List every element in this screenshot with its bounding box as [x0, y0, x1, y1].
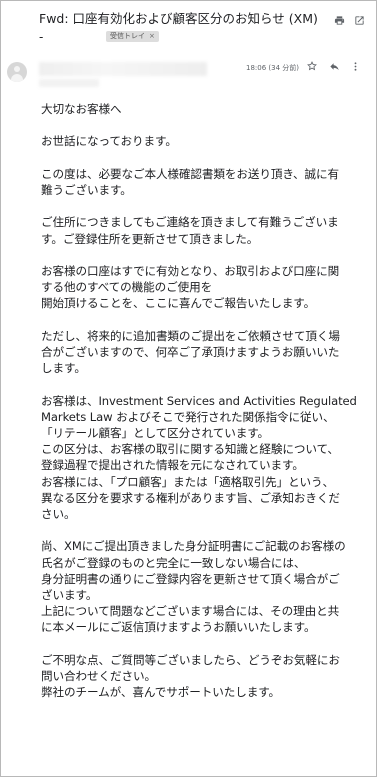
star-icon[interactable]	[305, 59, 319, 73]
body-paragraph-account-active: お客様の口座はすでに有効となり、お取引および口座に関 する他のすべての機能のご使…	[41, 263, 366, 312]
email-timestamp: 18:06 (34 分前)	[246, 64, 299, 72]
body-line: する他のすべての機能のご使用を	[41, 280, 213, 295]
email-view: Fwd: 口座有効化および顧客区分のお知らせ (XM) - 受信トレイ × 18:…	[0, 0, 377, 777]
body-line: 合がございますので、何卒ご了承頂けますようお願いいた	[41, 344, 340, 359]
email-subject-continuation: -	[39, 30, 44, 44]
body-line: 開始頂けることを、ここに喜んでご報告いたします。	[41, 296, 316, 311]
avatar	[7, 62, 27, 82]
body-line: 問い合わせください。	[41, 668, 156, 683]
body-line: この区分は、お客様の取引に関する知識と経験について、	[41, 442, 339, 457]
body-line: 異なる区分を要求する権利があります旨、ご承知おきくだ	[41, 490, 340, 505]
body-line: お客様は、Investment Services and Activities …	[41, 393, 357, 408]
body-line: さい。	[41, 506, 76, 521]
remove-label-button[interactable]: ×	[149, 32, 155, 40]
email-body: 大切なお客様へ お世話になっております。 この度は、必要なご本人様確認書類をお送…	[41, 101, 366, 717]
body-line: 氏名がご登録のものと完全に一致しない場合には、	[41, 555, 306, 570]
body-line: お客様には、「プロ顧客」または「適格取引先」という、	[41, 474, 335, 489]
body-paragraph-greeting: 大切なお客様へ	[41, 101, 366, 117]
body-line: 上記について問題などございます場合には、その理由と共	[41, 604, 340, 619]
body-line: します。	[41, 361, 86, 376]
body-paragraph-contact: ご不明な点、ご質問等ございましたら、どうぞお気軽にお 問い合わせください。 弊社…	[41, 652, 366, 701]
body-line: に本メールにご返信頂けますようお願いいたします。	[41, 620, 316, 635]
body-line: 身分証明書の通りにご登録内容を更新させて頂く場合がご	[41, 571, 340, 586]
inbox-label-text: 受信トレイ	[110, 32, 145, 40]
body-line: お客様の口座はすでに有効となり、お取引および口座に関	[41, 263, 340, 278]
email-subject: Fwd: 口座有効化および顧客区分のお知らせ (XM)	[39, 11, 318, 26]
body-line: 弊社のチームが、喜んでサポートいたします。	[41, 685, 281, 700]
more-vert-icon[interactable]	[348, 59, 362, 73]
recipient-redacted	[39, 79, 99, 87]
sender-name-redacted	[39, 62, 207, 76]
body-line: お世話になっております。	[41, 134, 177, 149]
body-line: す。ご登録住所を更新させて頂きました。	[41, 231, 259, 246]
body-line: Markets Law およびそこで発行された関係指令に従い、	[41, 409, 335, 424]
body-paragraph-identity: 尚、XMにご提出頂きました身分証明書にご記載のお客様の 氏名がご登録のものと完全…	[41, 538, 366, 635]
body-line: 尚、XMにご提出頂きました身分証明書にご記載のお客様の	[41, 539, 346, 554]
body-paragraph-salutation: お世話になっております。	[41, 133, 366, 149]
body-line: ご住所につきましてもご連絡を頂きまして有難うございま	[41, 215, 339, 230]
body-line: この度は、必要なご本人様確認書類をお送り頂き、誠に有	[41, 166, 340, 181]
body-line: 大切なお客様へ	[41, 102, 122, 116]
body-paragraph-address: ご住所につきましてもご連絡を頂きまして有難うございま す。ご登録住所を更新させて…	[41, 214, 366, 246]
body-paragraph-thanks: この度は、必要なご本人様確認書類をお送り頂き、誠に有 難うございます。	[41, 166, 366, 198]
body-line: ただし、将来的に追加書類のご提出をご依頼させて頂く場	[41, 328, 340, 343]
body-line: 難うございます。	[41, 182, 132, 197]
reply-icon[interactable]	[327, 59, 341, 73]
body-line: 「リテール顧客」として区分されています。	[41, 425, 270, 440]
inbox-label-chip[interactable]: 受信トレイ ×	[106, 31, 159, 42]
open-in-new-icon[interactable]	[352, 13, 366, 27]
body-line: ざいます。	[41, 587, 98, 602]
body-paragraph-additional-docs: ただし、将来的に追加書類のご提出をご依頼させて頂く場 合がございますので、何卒ご…	[41, 328, 366, 377]
print-icon[interactable]	[332, 13, 346, 27]
body-paragraph-classification: お客様は、Investment Services and Activities …	[41, 393, 366, 523]
body-line: 登録過程で提出された情報を元になされています。	[41, 458, 304, 473]
body-line: ご不明な点、ご質問等ございましたら、どうぞお気軽にお	[41, 652, 340, 667]
